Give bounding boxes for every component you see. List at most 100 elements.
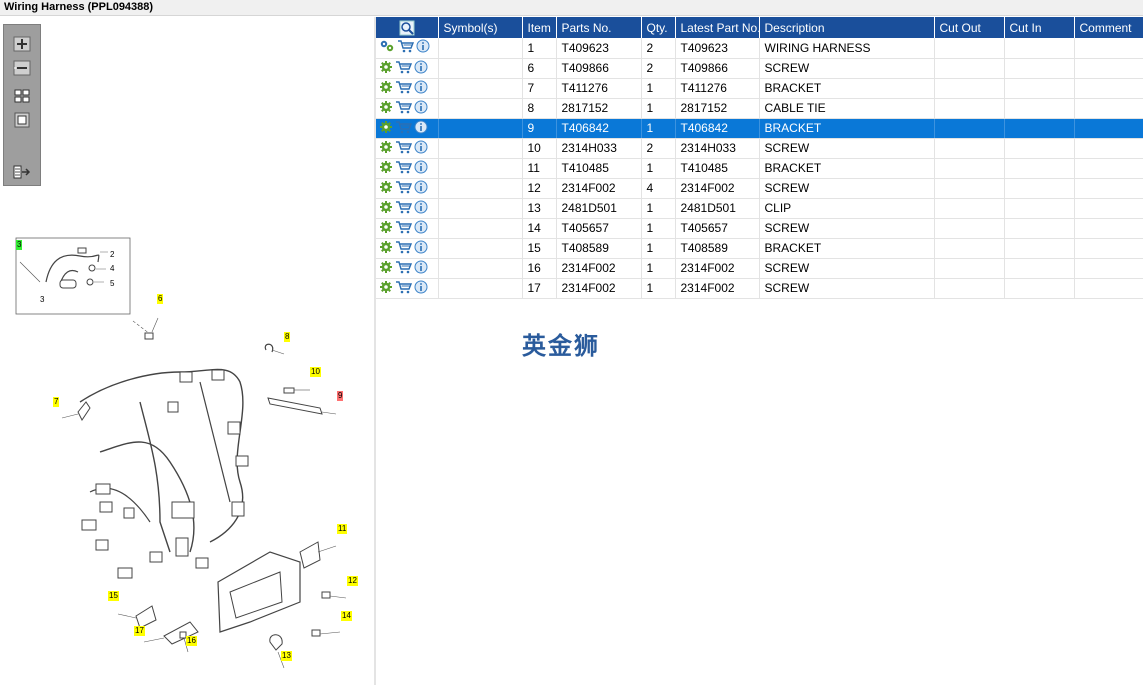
col-symbols[interactable]: Symbol(s) [438,17,523,38]
cart-icon[interactable] [395,180,413,197]
col-item[interactable]: Item [522,17,557,38]
info-icon[interactable] [414,180,428,197]
cell-parts-no: 2481D501 [556,198,642,219]
callout-4[interactable]: 4 [110,264,114,273]
gear-icon[interactable] [379,260,393,277]
col-parts-no[interactable]: Parts No. [556,17,642,38]
cart-icon[interactable] [395,100,413,117]
info-icon[interactable] [414,200,428,217]
col-cut-out[interactable]: Cut Out [934,17,1005,38]
cart-icon[interactable] [395,160,413,177]
table-row[interactable]: 16 2314F002 1 2314F002 SCREW [376,258,1143,279]
cell-symbols [438,118,523,139]
table-row[interactable]: 17 2314F002 1 2314F002 SCREW [376,278,1143,299]
cell-cut-out [934,158,1005,179]
col-cut-in[interactable]: Cut In [1004,17,1075,38]
callout-2[interactable]: 2 [110,250,114,259]
info-icon[interactable] [414,160,428,177]
cell-cut-out [934,278,1005,299]
fit-window-button[interactable] [12,111,32,129]
cart-icon[interactable] [395,200,413,217]
table-row[interactable]: 8 2817152 1 2817152 CABLE TIE [376,98,1143,119]
gear-icon[interactable] [379,220,393,237]
col-latest-part-no[interactable]: Latest Part No. [675,17,760,38]
info-icon[interactable] [414,80,428,97]
gear-icon[interactable] [379,180,393,197]
cell-item: 14 [522,218,557,239]
table-row[interactable]: 12 2314F002 4 2314F002 SCREW [376,178,1143,199]
info-icon[interactable] [414,280,428,297]
info-icon[interactable] [414,60,428,77]
cart-icon[interactable] [395,240,413,257]
cart-icon[interactable] [395,140,413,157]
callout-14[interactable]: 14 [341,611,352,621]
gear-icon[interactable] [379,120,393,137]
table-row[interactable]: 6 T409866 2 T409866 SCREW [376,58,1143,79]
gear-icon[interactable] [379,140,393,157]
zoom-out-button[interactable] [12,59,32,77]
table-row[interactable]: 1 T409623 2 T409623 WIRING HARNESS [376,38,1143,59]
cart-icon[interactable] [395,280,413,297]
cart-icon[interactable] [397,39,415,56]
row-actions [376,178,439,199]
cell-cut-in [1004,258,1075,279]
gear-icon[interactable] [379,60,393,77]
callout-5[interactable]: 5 [110,279,114,288]
cell-qty: 1 [641,118,676,139]
table-row[interactable]: 11 T410485 1 T410485 BRACKET [376,158,1143,179]
col-description[interactable]: Description [759,17,935,38]
cart-icon[interactable] [395,120,413,137]
callout-12[interactable]: 12 [347,576,358,586]
col-qty[interactable]: Qty. [641,17,676,38]
gear-icon[interactable] [379,200,393,217]
table-row[interactable]: 9 T406842 1 T406842 BRACKET [376,118,1143,139]
cart-icon[interactable] [395,80,413,97]
table-row[interactable]: 10 2314H033 2 2314H033 SCREW [376,138,1143,159]
diagram-pane[interactable]: 3 2 4 5 3 6 8 10 7 9 11 12 15 17 16 14 1… [0,17,374,685]
table-row[interactable]: 7 T411276 1 T411276 BRACKET [376,78,1143,99]
info-icon[interactable] [414,100,428,117]
info-icon[interactable] [414,260,428,277]
col-tools[interactable] [376,17,439,38]
gear-icon[interactable] [379,100,393,117]
callout-16[interactable]: 16 [186,636,197,646]
cell-qty: 1 [641,258,676,279]
info-icon[interactable] [414,220,428,237]
row-actions [376,138,439,159]
table-row[interactable]: 14 T405657 1 T405657 SCREW [376,218,1143,239]
table-row[interactable]: 13 2481D501 1 2481D501 CLIP [376,198,1143,219]
cell-symbols [438,198,523,219]
cell-description: SCREW [759,58,935,79]
gears-icon[interactable] [379,39,395,56]
callout-17[interactable]: 17 [134,626,145,636]
cart-icon[interactable] [395,260,413,277]
export-button[interactable] [12,163,32,181]
zoom-in-icon [13,36,31,52]
callout-3-inset[interactable]: 3 [40,295,44,304]
gear-icon[interactable] [379,80,393,97]
info-icon[interactable] [414,120,428,137]
gear-icon[interactable] [379,160,393,177]
fit-all-button[interactable] [12,87,32,105]
callout-7[interactable]: 7 [53,397,60,407]
callout-13[interactable]: 13 [281,651,292,661]
info-icon[interactable] [414,240,428,257]
table-row[interactable]: 15 T408589 1 T408589 BRACKET [376,238,1143,259]
callout-9[interactable]: 9 [337,391,344,401]
zoom-in-button[interactable] [12,35,32,53]
callout-3[interactable]: 3 [16,240,23,250]
callout-10[interactable]: 10 [310,367,321,377]
cart-icon[interactable] [395,60,413,77]
callout-11[interactable]: 11 [337,524,348,534]
cart-icon[interactable] [395,220,413,237]
info-icon[interactable] [414,140,428,157]
gear-icon[interactable] [379,280,393,297]
gear-icon[interactable] [379,240,393,257]
callout-6[interactable]: 6 [157,294,164,304]
info-icon[interactable] [416,39,430,56]
cell-cut-in [1004,278,1075,299]
search-parts-icon[interactable] [399,20,415,36]
callout-8[interactable]: 8 [284,332,291,342]
callout-15[interactable]: 15 [108,591,119,601]
col-comment[interactable]: Comment [1074,17,1143,38]
